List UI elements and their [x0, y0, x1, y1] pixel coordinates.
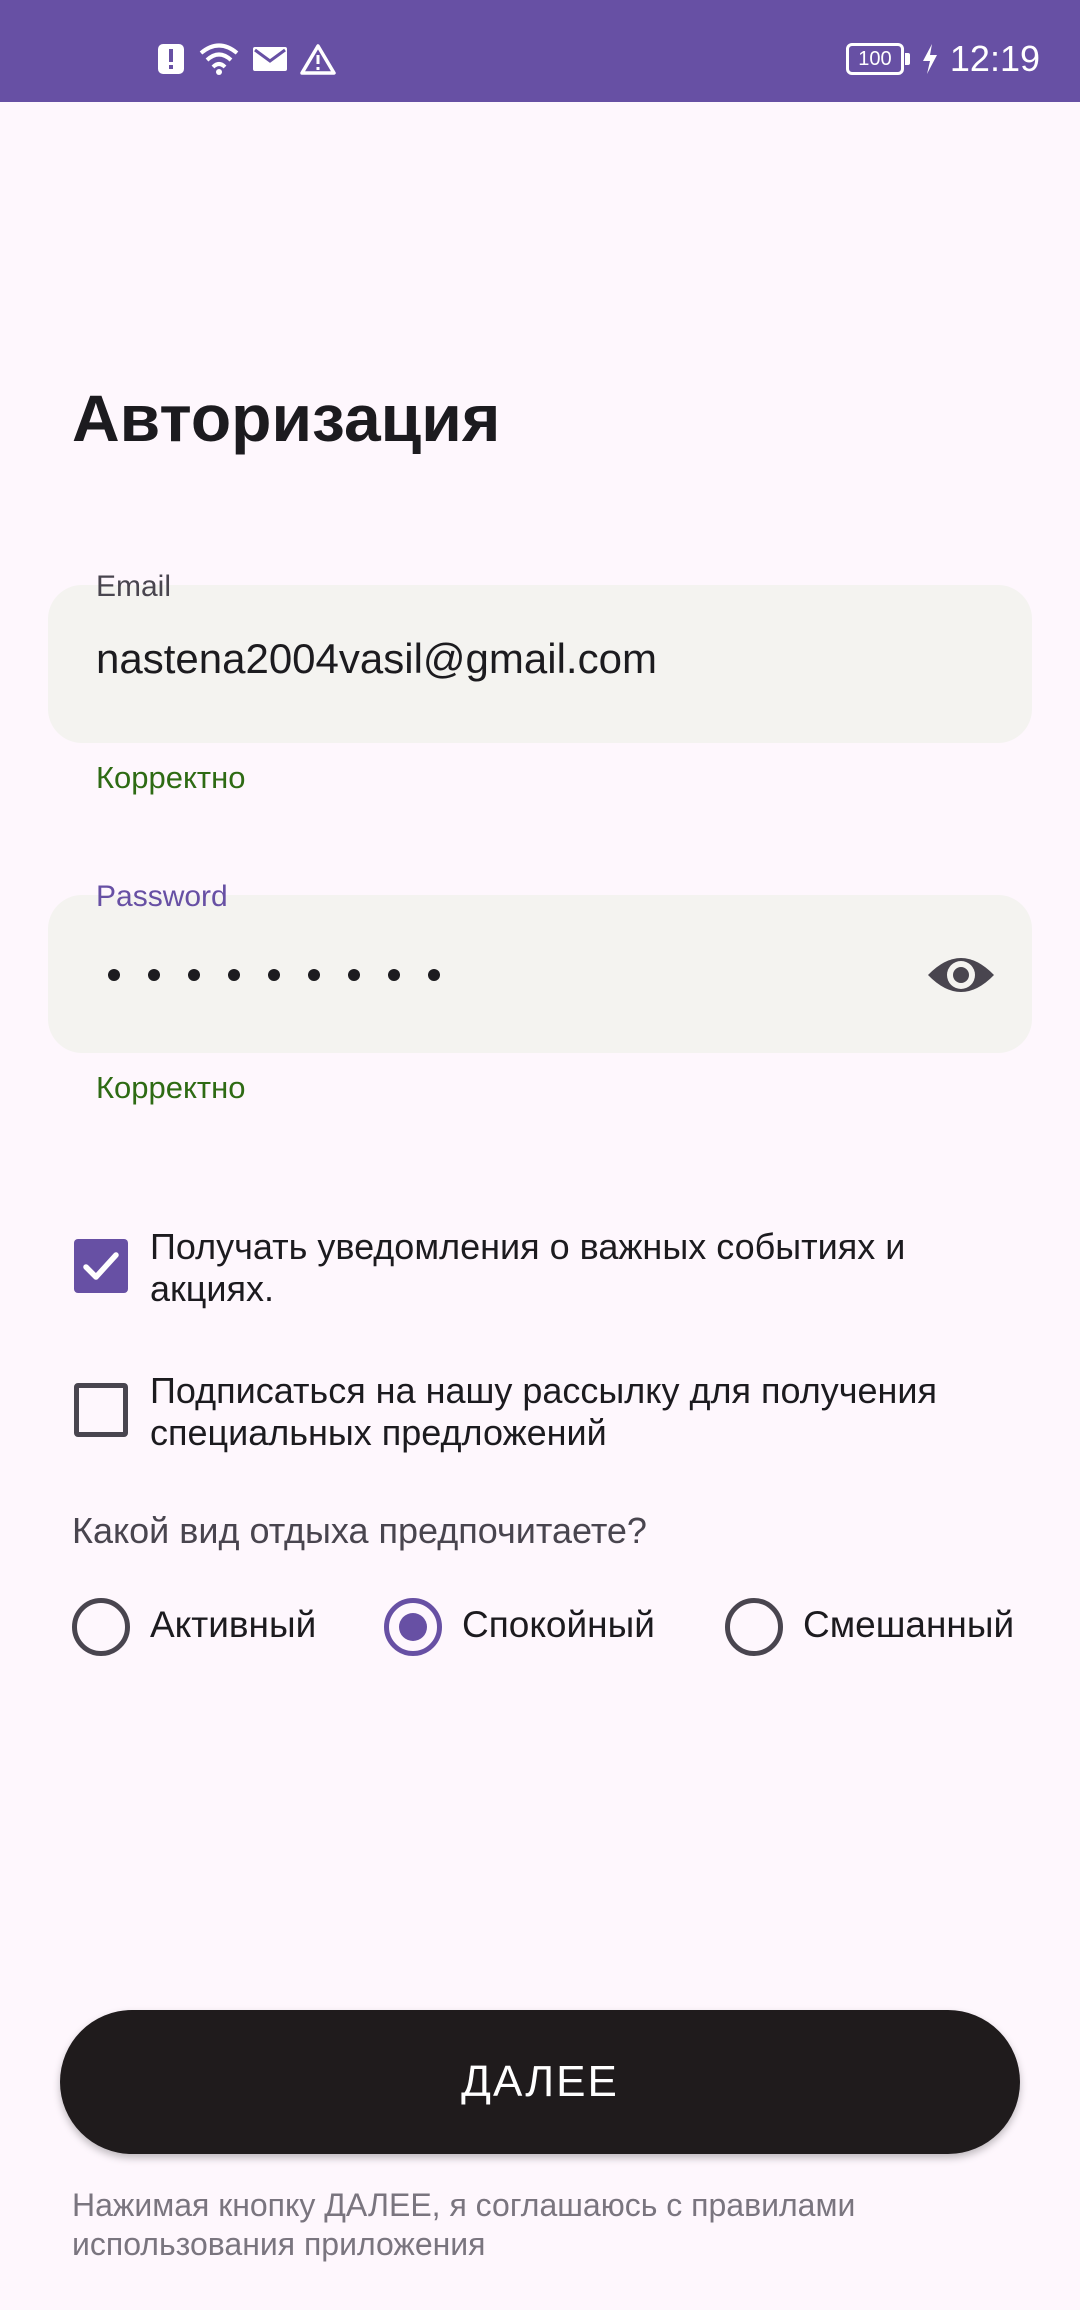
rest-preference-question: Какой вид отдыха предпочитаете? [72, 1510, 647, 1551]
status-bar: 100 12:19 [0, 0, 1080, 102]
radio-calm-label[interactable]: Спокойный [462, 1604, 655, 1646]
password-field[interactable] [48, 895, 1032, 1053]
wifi-icon [199, 43, 239, 75]
alert-icon [158, 44, 184, 74]
newsletter-checkbox-label[interactable]: Подписаться на нашу рассылку для получен… [150, 1370, 1030, 1454]
email-value: nastena2004vasil@gmail.com [96, 635, 657, 682]
warning-icon [300, 44, 336, 75]
eye-icon[interactable] [926, 947, 996, 1003]
radio-active[interactable] [72, 1598, 130, 1656]
email-label: Email [96, 570, 172, 603]
password-label: Password [96, 880, 228, 913]
email-field[interactable]: nastena2004vasil@gmail.com [48, 585, 1032, 743]
email-helper-text: Корректно [96, 760, 246, 795]
charging-icon [922, 44, 937, 74]
radio-mixed[interactable] [725, 1598, 783, 1656]
status-icons-right: 100 12:19 [845, 38, 1040, 80]
battery-icon: 100 [845, 43, 910, 75]
password-masked-value [108, 945, 440, 1005]
next-button[interactable]: ДАЛЕЕ [60, 2010, 1020, 2154]
radio-mixed-label[interactable]: Смешанный [803, 1604, 1014, 1646]
status-time: 12:19 [949, 38, 1040, 79]
notifications-checkbox-label[interactable]: Получать уведомления о важных событиях и… [150, 1226, 1030, 1310]
check-icon [83, 1252, 119, 1280]
page-title: Авторизация [72, 381, 501, 455]
mail-icon [253, 47, 287, 71]
terms-text: Нажимая кнопку ДАЛЕЕ, я соглашаюсь с пра… [72, 2187, 856, 2262]
password-helper-text: Корректно [96, 1070, 246, 1105]
radio-calm[interactable] [384, 1598, 442, 1656]
notifications-checkbox[interactable] [74, 1239, 128, 1293]
radio-active-label[interactable]: Активный [150, 1604, 316, 1646]
newsletter-checkbox[interactable] [74, 1383, 128, 1437]
status-icons-left [156, 42, 336, 76]
